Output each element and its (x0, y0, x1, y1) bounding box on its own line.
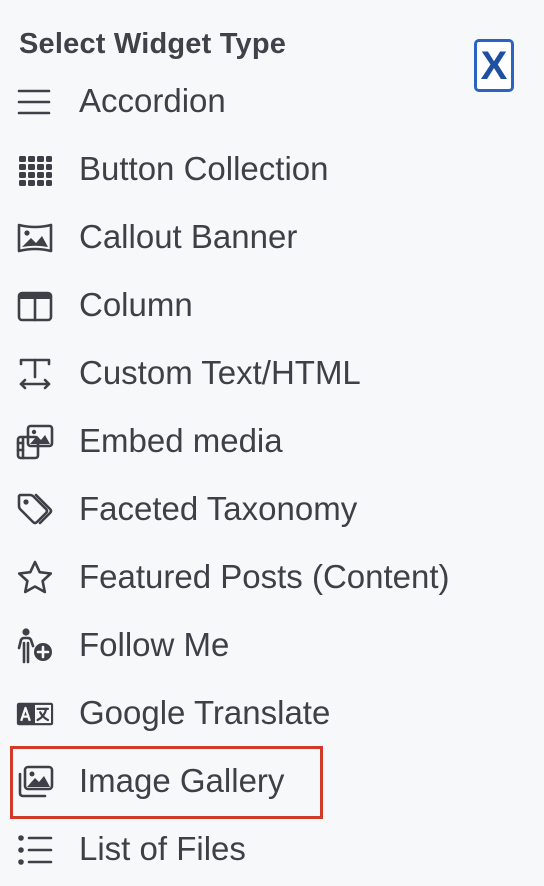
widget-item-accordion[interactable]: Accordion (0, 68, 544, 136)
widget-item-label: Accordion (79, 82, 226, 120)
star-icon (16, 559, 54, 597)
widget-item-embed-media[interactable]: Embed media (0, 408, 544, 476)
columns-icon (16, 287, 54, 325)
widget-item-label: Button Collection (79, 150, 329, 188)
widget-item-button-collection[interactable]: Button Collection (0, 136, 544, 204)
bars-icon (16, 83, 54, 121)
widget-item-label: Embed media (79, 422, 283, 460)
widget-item-label: Column (79, 286, 193, 324)
widget-item-list-of-files[interactable]: List of Files (0, 816, 544, 884)
widget-item-label: Follow Me (79, 626, 230, 664)
tags-icon (16, 491, 54, 529)
widget-item-follow-me[interactable]: Follow Me (0, 612, 544, 680)
widget-item-image-gallery[interactable]: Image Gallery (0, 746, 544, 819)
photo-film-icon (16, 423, 54, 461)
widget-item-label: Featured Posts (Content) (79, 558, 450, 596)
images-icon (16, 763, 54, 801)
widget-item-label: Faceted Taxonomy (79, 490, 358, 528)
widget-item-label: Image Gallery (79, 762, 285, 800)
panel-title: Select Widget Type (19, 28, 287, 60)
widget-item-label: List of Files (79, 830, 246, 868)
widget-item-custom-text-html[interactable]: Custom Text/HTML (0, 340, 544, 408)
text-width-icon (16, 355, 54, 393)
widget-item-faceted-taxonomy[interactable]: Faceted Taxonomy (0, 476, 544, 544)
language-icon (16, 695, 54, 733)
select-widget-panel: Select Widget Type X Accordion Button Co… (0, 0, 544, 886)
widget-item-featured-posts[interactable]: Featured Posts (Content) (0, 544, 544, 612)
widget-item-label: Google Translate (79, 694, 331, 732)
widget-item-column[interactable]: Column (0, 272, 544, 340)
widget-item-label: Callout Banner (79, 218, 298, 256)
widget-item-google-translate[interactable]: Google Translate (0, 680, 544, 748)
widget-item-label: Custom Text/HTML (79, 354, 361, 392)
widget-item-callout-banner[interactable]: Callout Banner (0, 204, 544, 272)
list-icon (16, 831, 54, 869)
person-plus-icon (16, 627, 54, 665)
widget-type-list: Accordion Button Collection Callout Bann… (0, 68, 544, 884)
grid-dots-icon (16, 151, 54, 189)
panorama-image-icon (16, 219, 54, 257)
